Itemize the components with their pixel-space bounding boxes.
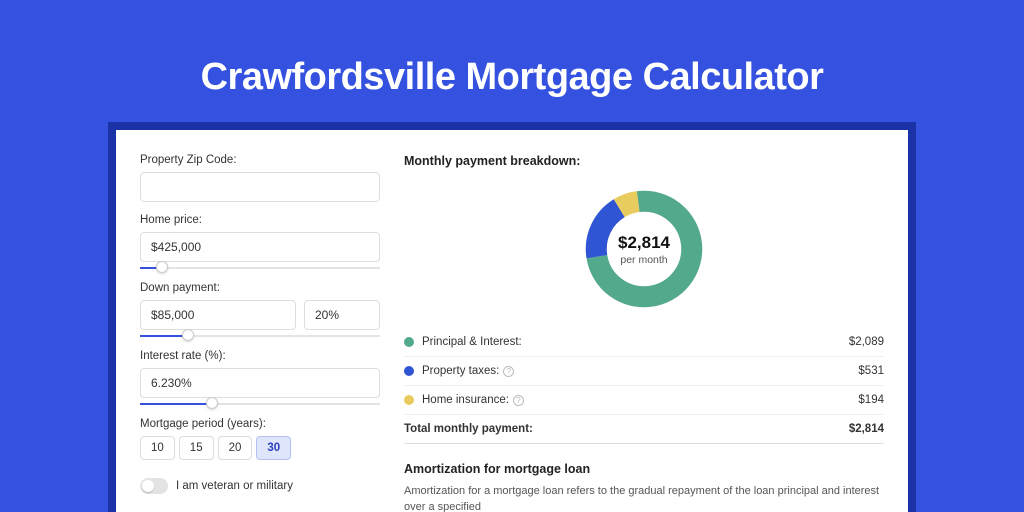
breakdown-item-label: Home insurance:? bbox=[422, 394, 858, 406]
breakdown-item-label: Property taxes:? bbox=[422, 365, 858, 377]
home-price-slider-thumb[interactable] bbox=[156, 261, 168, 273]
home-price-slider[interactable] bbox=[140, 266, 380, 270]
veteran-label: I am veteran or military bbox=[176, 480, 293, 492]
period-label: Mortgage period (years): bbox=[140, 418, 380, 430]
interest-rate-label: Interest rate (%): bbox=[140, 350, 380, 362]
interest-rate-input[interactable] bbox=[140, 368, 380, 398]
donut-center-label: per month bbox=[620, 254, 667, 266]
period-option-15[interactable]: 15 bbox=[179, 436, 214, 460]
info-icon[interactable]: ? bbox=[503, 366, 514, 377]
interest-rate-slider-fill bbox=[140, 403, 212, 405]
period-option-30[interactable]: 30 bbox=[256, 436, 291, 460]
down-payment-slider-fill bbox=[140, 335, 188, 337]
zip-label: Property Zip Code: bbox=[140, 154, 380, 166]
breakdown-item-value: $2,089 bbox=[849, 336, 884, 348]
down-payment-field: Down payment: bbox=[140, 282, 380, 338]
page-title: Crawfordsville Mortgage Calculator bbox=[0, 56, 1024, 99]
breakdown-row: Principal & Interest:$2,089 bbox=[404, 328, 884, 357]
breakdown-title: Monthly payment breakdown: bbox=[404, 154, 884, 168]
info-icon[interactable]: ? bbox=[513, 395, 524, 406]
home-price-field: Home price: bbox=[140, 214, 380, 270]
panel-frame: Property Zip Code: Home price: Down paym… bbox=[108, 122, 916, 512]
amortization-title: Amortization for mortgage loan bbox=[404, 462, 884, 476]
breakdown-item-value: $531 bbox=[858, 365, 884, 377]
down-payment-slider[interactable] bbox=[140, 334, 380, 338]
breakdown-total-label: Total monthly payment: bbox=[404, 423, 849, 435]
down-payment-slider-thumb[interactable] bbox=[182, 329, 194, 341]
home-price-label: Home price: bbox=[140, 214, 380, 226]
interest-rate-field: Interest rate (%): bbox=[140, 350, 380, 406]
legend-dot bbox=[404, 337, 414, 347]
breakdown-row: Home insurance:?$194 bbox=[404, 386, 884, 415]
amortization-text: Amortization for a mortgage loan refers … bbox=[404, 484, 884, 512]
breakdown-list: Principal & Interest:$2,089Property taxe… bbox=[404, 328, 884, 415]
header: Crawfordsville Mortgage Calculator bbox=[0, 0, 1024, 99]
period-option-10[interactable]: 10 bbox=[140, 436, 175, 460]
veteran-row: I am veteran or military bbox=[140, 478, 380, 494]
down-payment-label: Down payment: bbox=[140, 282, 380, 294]
legend-dot bbox=[404, 395, 414, 405]
zip-field: Property Zip Code: bbox=[140, 154, 380, 202]
breakdown-row: Property taxes:?$531 bbox=[404, 357, 884, 386]
calculator-panel: Property Zip Code: Home price: Down paym… bbox=[116, 130, 908, 512]
home-price-input[interactable] bbox=[140, 232, 380, 262]
breakdown-column: Monthly payment breakdown: $2,814 per mo… bbox=[404, 154, 884, 512]
page-root: Crawfordsville Mortgage Calculator Prope… bbox=[0, 0, 1024, 512]
period-option-20[interactable]: 20 bbox=[218, 436, 253, 460]
veteran-toggle[interactable] bbox=[140, 478, 168, 494]
breakdown-total-value: $2,814 bbox=[849, 423, 884, 435]
breakdown-item-label: Principal & Interest: bbox=[422, 336, 849, 348]
period-options: 10152030 bbox=[140, 436, 380, 460]
interest-rate-slider[interactable] bbox=[140, 402, 380, 406]
legend-dot bbox=[404, 366, 414, 376]
period-field: Mortgage period (years): 10152030 bbox=[140, 418, 380, 460]
down-payment-input[interactable] bbox=[140, 300, 296, 330]
breakdown-total-row: Total monthly payment: $2,814 bbox=[404, 415, 884, 444]
donut-chart: $2,814 per month bbox=[404, 176, 884, 326]
form-column: Property Zip Code: Home price: Down paym… bbox=[140, 154, 380, 512]
donut-center-value: $2,814 bbox=[618, 233, 670, 253]
donut-center: $2,814 per month bbox=[581, 186, 707, 312]
interest-rate-slider-thumb[interactable] bbox=[206, 397, 218, 409]
zip-input[interactable] bbox=[140, 172, 380, 202]
down-payment-pct-input[interactable] bbox=[304, 300, 380, 330]
breakdown-item-value: $194 bbox=[858, 394, 884, 406]
